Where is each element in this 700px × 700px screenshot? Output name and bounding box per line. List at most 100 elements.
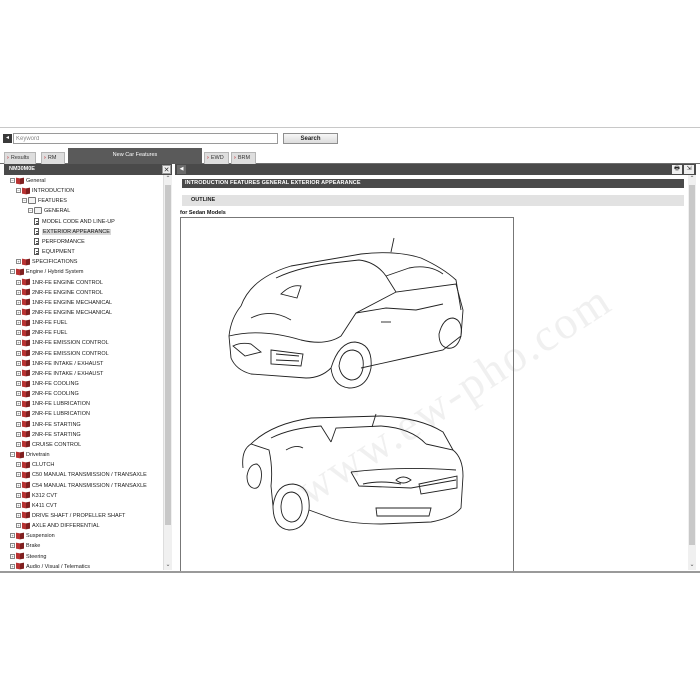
tree-item-2nr-fe-engine-mechanical[interactable]: +2NR-FE ENGINE MECHANICAL [16, 308, 112, 318]
expand-toggle-icon[interactable]: + [16, 309, 21, 315]
expand-toggle-icon[interactable]: + [16, 340, 21, 346]
collapse-toggle-icon[interactable]: − [10, 452, 15, 458]
tree-item-1nr-fe-engine-control[interactable]: +1NR-FE ENGINE CONTROL [16, 278, 103, 288]
tree-item-performance[interactable]: PERFORMANCE [34, 237, 85, 247]
tree-item-introduction[interactable]: − INTRODUCTION [16, 186, 74, 196]
tree-item-1nr-fe-intake-exhaust[interactable]: +1NR-FE INTAKE / EXHAUST [16, 359, 103, 369]
tree-item-features[interactable]: − FEATURES [22, 196, 67, 206]
tree-item-axle-and-differential[interactable]: + AXLE AND DIFFERENTIAL [16, 521, 100, 531]
expand-toggle-icon[interactable]: + [16, 431, 21, 437]
tree-item-1nr-fe-fuel[interactable]: +1NR-FE FUEL [16, 318, 67, 328]
expand-toggle-icon[interactable]: + [10, 533, 15, 539]
tree-item-model-code-and-line-up[interactable]: MODEL CODE AND LINE-UP [34, 217, 115, 227]
tree-item-2nr-fe-fuel[interactable]: +2NR-FE FUEL [16, 328, 67, 338]
tree-item-drive-shaft-propeller-shaft[interactable]: + DRIVE SHAFT / PROPELLER SHAFT [16, 511, 125, 521]
expand-toggle-icon[interactable]: + [16, 472, 21, 478]
tree-item-1nr-fe-cooling[interactable]: +1NR-FE COOLING [16, 379, 79, 389]
expand-toggle-icon[interactable]: + [16, 391, 21, 397]
tree-item-c50-manual-transmission-transaxle[interactable]: + C50 MANUAL TRANSMISSION / TRANSAXLE [16, 470, 147, 480]
tree-item-1nr-fe-lubrication[interactable]: +1NR-FE LUBRICATION [16, 399, 90, 409]
tree-scrollbar[interactable]: ⌃ ⌄ [164, 175, 172, 570]
collapse-toggle-icon[interactable]: − [22, 198, 27, 204]
tree-item-2nr-fe-emission-control[interactable]: +2NR-FE EMISSION CONTROL [16, 349, 109, 359]
tree-item-1nr-fe-engine-mechanical[interactable]: +1NR-FE ENGINE MECHANICAL [16, 298, 112, 308]
expand-toggle-icon[interactable]: + [16, 401, 21, 407]
expand-toggle-icon[interactable]: + [10, 543, 15, 549]
scroll-down-icon[interactable]: ⌄ [164, 561, 172, 569]
expand-toggle-icon[interactable]: + [16, 421, 21, 427]
tree-item-2nr-fe-engine-control[interactable]: +2NR-FE ENGINE CONTROL [16, 288, 103, 298]
tree-item-audio-visual-telematics[interactable]: + Audio / Visual / Telematics [10, 562, 90, 570]
content-scroll-thumb[interactable] [689, 185, 695, 545]
expand-toggle-icon[interactable]: + [16, 360, 21, 366]
expand-toggle-icon[interactable]: + [16, 502, 21, 508]
expand-toggle-icon[interactable]: + [16, 523, 21, 529]
scroll-up-icon[interactable]: ⌃ [164, 175, 172, 183]
expand-toggle-icon[interactable]: + [16, 350, 21, 356]
collapse-toggle-icon[interactable]: − [10, 269, 15, 275]
tree-item-cruise-control[interactable]: + CRUISE CONTROL [16, 440, 81, 450]
expand-toggle-icon[interactable]: + [16, 411, 21, 417]
expand-toggle-icon[interactable]: + [16, 381, 21, 387]
tree-item-steering[interactable]: + Steering [10, 552, 47, 562]
tab-ewd[interactable]: › EWD [204, 152, 229, 164]
tree-item-2nr-fe-starting[interactable]: +2NR-FE STARTING [16, 430, 81, 440]
expand-toggle-icon[interactable]: + [16, 492, 21, 498]
expand-toggle-icon[interactable]: + [16, 299, 21, 305]
expand-toggle-icon[interactable]: + [16, 330, 21, 336]
scroll-up-icon[interactable]: ⌃ [688, 175, 696, 183]
expand-toggle-icon[interactable]: + [16, 370, 21, 376]
tree-item-2nr-fe-cooling[interactable]: +2NR-FE COOLING [16, 389, 79, 399]
search-button[interactable]: Search [283, 133, 338, 144]
tab-brm[interactable]: › BRM [231, 152, 256, 164]
expand-toggle-icon[interactable]: + [16, 320, 21, 326]
expand-toggle-icon[interactable]: + [10, 563, 15, 569]
tree-item-drivetrain[interactable]: − Drivetrain [10, 450, 50, 460]
collapse-toggle-icon[interactable]: − [10, 178, 15, 184]
tab-new-car-features[interactable]: New Car Features [68, 148, 202, 164]
keyword-input[interactable] [13, 133, 278, 144]
tree-item-clutch[interactable]: + CLUTCH [16, 460, 54, 470]
book-icon [16, 563, 24, 569]
tree-item-1nr-fe-emission-control[interactable]: +1NR-FE EMISSION CONTROL [16, 338, 109, 348]
tree-item-exterior-appearance[interactable]: EXTERIOR APPEARANCE [34, 227, 111, 237]
collapse-toggle-icon[interactable]: − [28, 208, 33, 214]
tree-item-k411-cvt[interactable]: + K411 CVT [16, 501, 57, 511]
collapse-panel-icon[interactable]: ◀ [177, 165, 186, 174]
content-scrollbar[interactable]: ⌃ ⌄ [688, 175, 696, 570]
tab-marker-icon: › [234, 155, 236, 161]
close-icon[interactable]: ✕ [162, 165, 171, 174]
expand-toggle-icon[interactable]: + [16, 441, 21, 447]
expand-toggle-icon[interactable]: + [16, 259, 21, 265]
tree-scroll-thumb[interactable] [165, 185, 171, 525]
expand-toggle-icon[interactable]: + [16, 482, 21, 488]
tree-item-engine-hybrid-system[interactable]: − Engine / Hybrid System [10, 267, 83, 277]
expand-toggle-icon[interactable]: + [10, 553, 15, 559]
tab-rm[interactable]: › RM [41, 152, 65, 164]
tree-item-general[interactable]: − General [10, 176, 46, 186]
tree-item-c54-manual-transmission-transaxle[interactable]: + C54 MANUAL TRANSMISSION / TRANSAXLE [16, 481, 147, 491]
book-icon [22, 360, 30, 366]
tree-item-brake[interactable]: + Brake [10, 541, 40, 551]
exit-icon[interactable]: ⇲ [684, 165, 694, 174]
tree-item-general[interactable]: − GENERAL [28, 206, 70, 216]
book-icon [22, 320, 30, 326]
tab-results[interactable]: › Results [4, 152, 36, 164]
tree-item-k312-cvt[interactable]: + K312 CVT [16, 491, 57, 501]
expand-toggle-icon[interactable]: + [16, 289, 21, 295]
expand-toggle-icon[interactable]: + [16, 512, 21, 518]
tab-marker-icon: › [44, 155, 46, 161]
collapse-toggle-icon[interactable]: − [16, 188, 21, 194]
expand-toggle-icon[interactable]: + [16, 462, 21, 468]
tree-item-suspension[interactable]: + Suspension [10, 531, 55, 541]
tree-item-2nr-fe-lubrication[interactable]: +2NR-FE LUBRICATION [16, 409, 90, 419]
expand-toggle-icon[interactable]: + [16, 279, 21, 285]
print-icon[interactable]: 🖶 [672, 165, 682, 174]
tree-item-1nr-fe-starting[interactable]: +1NR-FE STARTING [16, 420, 81, 430]
document-icon [34, 227, 39, 235]
tree-item-equipment[interactable]: EQUIPMENT [34, 247, 75, 257]
tree-item-2nr-fe-intake-exhaust[interactable]: +2NR-FE INTAKE / EXHAUST [16, 369, 103, 379]
tree-item-specifications[interactable]: + SPECIFICATIONS [16, 257, 77, 267]
tree-item-label: DRIVE SHAFT / PROPELLER SHAFT [32, 512, 126, 519]
scroll-down-icon[interactable]: ⌄ [688, 561, 696, 569]
